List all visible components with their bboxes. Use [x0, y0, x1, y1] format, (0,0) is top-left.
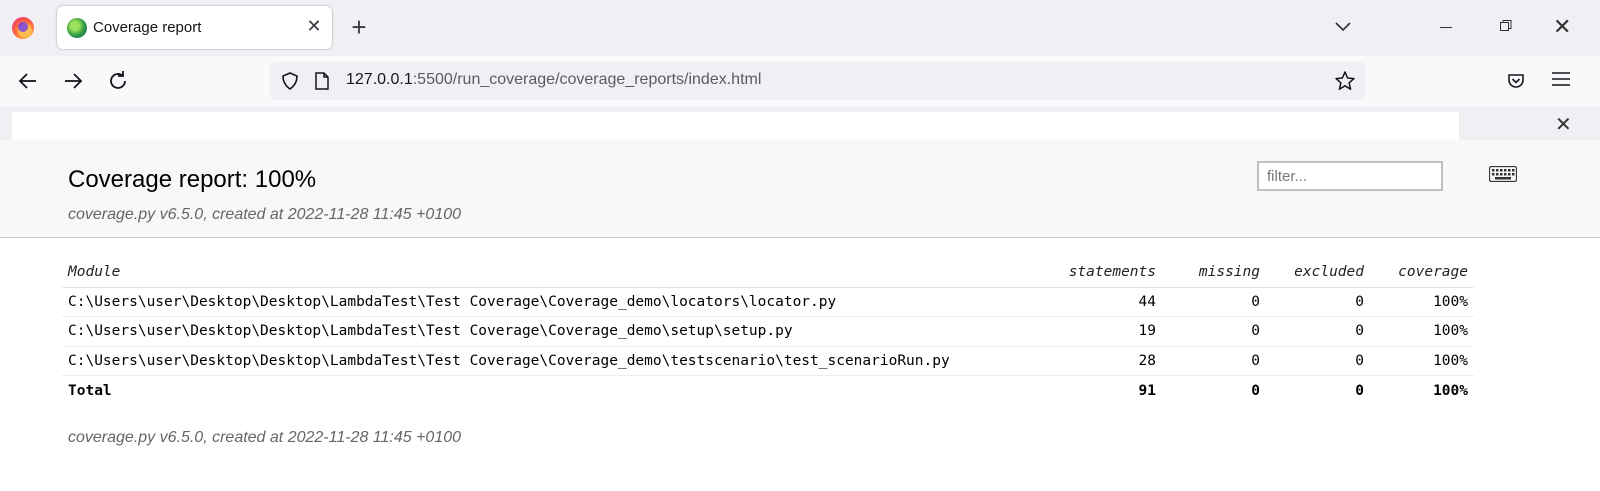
tab-title: Coverage report	[93, 19, 202, 36]
forward-icon[interactable]	[58, 66, 88, 96]
report-subtitle: coverage.py v6.5.0, created at 2022-11-2…	[68, 206, 462, 223]
pocket-icon[interactable]	[1506, 71, 1526, 91]
back-icon[interactable]	[13, 66, 43, 96]
keyboard-icon[interactable]	[1489, 166, 1517, 182]
window-close-icon[interactable]: ✕	[1553, 14, 1571, 40]
table-row[interactable]: C:\Users\user\Desktop\Desktop\LambdaTest…	[62, 316, 1474, 347]
excluded-cell: 0	[1266, 346, 1370, 376]
coverage-cell: 100%	[1370, 316, 1474, 347]
tab-close-icon[interactable]: ✕	[302, 14, 326, 38]
total-row: Total 91 0 0 100%	[62, 376, 1474, 406]
report-header: Coverage report: 100% coverage.py v6.5.0…	[0, 140, 1600, 238]
table-row[interactable]: C:\Users\user\Desktop\Desktop\LambdaTest…	[62, 346, 1474, 376]
table-header-row: Module statements missing excluded cover…	[62, 258, 1474, 288]
star-icon[interactable]	[1334, 70, 1356, 92]
coverage-table: Module statements missing excluded cover…	[62, 258, 1474, 405]
report-footer: coverage.py v6.5.0, created at 2022-11-2…	[68, 429, 462, 446]
new-tab-plus-icon[interactable]: +	[345, 13, 373, 41]
page-title: Coverage report: 100%	[68, 166, 317, 193]
total-coverage: 100%	[1433, 382, 1468, 399]
notification-strip: ✕	[0, 106, 1600, 140]
url-text[interactable]: 127.0.0.1:5500/run_coverage/coverage_rep…	[346, 71, 761, 89]
coverage-cell: 100%	[1370, 346, 1474, 376]
close-icon[interactable]: ✕	[1555, 112, 1572, 137]
total-missing: 0	[1251, 382, 1260, 399]
url-bar[interactable]: 127.0.0.1:5500/run_coverage/coverage_rep…	[270, 62, 1365, 100]
navigation-bar: 127.0.0.1:5500/run_coverage/coverage_rep…	[0, 56, 1600, 106]
module-link[interactable]: C:\Users\user\Desktop\Desktop\LambdaTest…	[62, 316, 1042, 347]
firefox-logo-icon[interactable]	[12, 17, 34, 39]
restore-icon[interactable]	[1500, 20, 1512, 32]
reload-icon[interactable]	[103, 66, 133, 96]
total-statements: 91	[1138, 382, 1156, 399]
statements-cell: 19	[1042, 316, 1162, 347]
url-path: :5500/run_coverage/coverage_reports/inde…	[412, 71, 762, 88]
column-header-module[interactable]: Module	[62, 258, 1042, 288]
notification-area	[12, 112, 1459, 140]
missing-cell: 0	[1162, 316, 1266, 347]
column-header-missing[interactable]: missing	[1162, 258, 1266, 288]
page-icon[interactable]	[314, 72, 330, 90]
module-link[interactable]: C:\Users\user\Desktop\Desktop\LambdaTest…	[62, 287, 1042, 317]
missing-cell: 0	[1162, 287, 1266, 317]
minimize-icon[interactable]	[1440, 27, 1452, 28]
statements-cell: 28	[1042, 346, 1162, 376]
excluded-cell: 0	[1266, 316, 1370, 347]
favicon-icon	[67, 18, 87, 38]
shield-icon[interactable]	[280, 71, 300, 91]
chevron-down-icon[interactable]	[1331, 14, 1355, 38]
statements-cell: 44	[1042, 287, 1162, 317]
excluded-cell: 0	[1266, 287, 1370, 317]
coverage-cell: 100%	[1370, 287, 1474, 317]
menu-icon[interactable]	[1552, 71, 1570, 87]
table-row[interactable]: C:\Users\user\Desktop\Desktop\LambdaTest…	[62, 287, 1474, 317]
filter-input[interactable]	[1257, 161, 1443, 191]
column-header-coverage[interactable]: coverage	[1370, 258, 1474, 288]
total-excluded: 0	[1355, 382, 1364, 399]
module-link[interactable]: C:\Users\user\Desktop\Desktop\LambdaTest…	[62, 346, 1042, 376]
total-label: Total	[68, 382, 112, 399]
missing-cell: 0	[1162, 346, 1266, 376]
column-header-excluded[interactable]: excluded	[1266, 258, 1370, 288]
column-header-statements[interactable]: statements	[1042, 258, 1162, 288]
url-host: 127.0.0.1	[346, 71, 413, 88]
tab-coverage-report[interactable]: Coverage report ✕	[57, 6, 332, 49]
tab-strip: Coverage report ✕ + ✕	[0, 0, 1600, 56]
